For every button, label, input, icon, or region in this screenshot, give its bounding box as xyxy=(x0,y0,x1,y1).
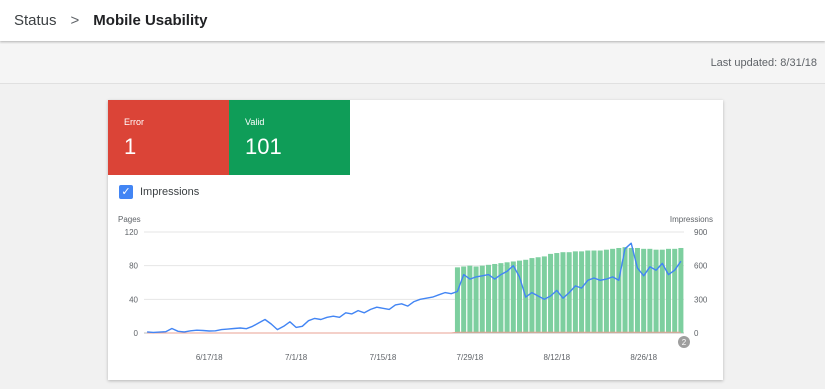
impressions-toggle[interactable]: ✓ Impressions xyxy=(119,185,199,199)
left-axis-tick: 0 xyxy=(134,329,139,338)
annotation-marker-label: 2 xyxy=(682,338,687,347)
error-tile-label: Error xyxy=(124,117,144,127)
left-axis-tick: 120 xyxy=(125,228,139,237)
error-tile[interactable]: Error 1 xyxy=(108,100,229,175)
valid-bar xyxy=(597,250,603,333)
valid-bar xyxy=(585,250,591,333)
valid-bar xyxy=(628,247,634,333)
valid-bar xyxy=(653,249,659,333)
left-axis-tick: 80 xyxy=(129,262,138,271)
valid-bar xyxy=(510,261,516,333)
impressions-checkbox[interactable]: ✓ xyxy=(119,185,133,199)
x-axis-tick: 8/26/18 xyxy=(630,353,657,362)
valid-bar xyxy=(572,251,578,333)
valid-bar xyxy=(678,247,684,333)
valid-bar xyxy=(603,249,609,333)
impressions-label: Impressions xyxy=(140,186,200,198)
right-axis-tick: 0 xyxy=(694,329,699,338)
breadcrumb-status[interactable]: Status xyxy=(14,12,57,29)
top-bar: Status > Mobile Usability xyxy=(0,0,825,41)
valid-bar xyxy=(560,252,566,333)
valid-bar xyxy=(454,267,460,333)
valid-bar xyxy=(647,248,653,333)
valid-bar xyxy=(610,248,616,333)
valid-bar xyxy=(641,248,647,333)
last-updated-text: Last updated: 8/31/18 xyxy=(710,57,817,69)
valid-bar xyxy=(579,251,585,333)
valid-bar xyxy=(665,248,671,333)
valid-tile-label: Valid xyxy=(245,117,265,127)
status-card: Error 1 Valid 101 ✓ Impressions Pages Im… xyxy=(108,100,723,380)
valid-bar xyxy=(672,248,678,333)
valid-bar xyxy=(467,265,473,333)
valid-bar xyxy=(529,258,535,333)
valid-bar xyxy=(541,256,547,333)
valid-bar xyxy=(517,260,523,333)
pages-chart: 120 900 80 600 40 300 0 0 6/17/18 7/1/18 7/15/18 7/… xyxy=(125,228,708,362)
error-tile-value: 1 xyxy=(124,134,137,159)
valid-tile-value: 101 xyxy=(245,134,282,159)
valid-tile[interactable]: Valid 101 xyxy=(229,100,350,175)
left-axis-tick: 40 xyxy=(129,295,138,304)
valid-bar xyxy=(548,253,554,333)
page-title: Mobile Usability xyxy=(93,12,208,29)
last-updated-bar: Last updated: 8/31/18 xyxy=(0,44,825,84)
x-axis-tick: 7/15/18 xyxy=(370,353,397,362)
valid-bar xyxy=(492,263,498,333)
x-axis-tick: 7/1/18 xyxy=(285,353,308,362)
x-axis-tick: 8/12/18 xyxy=(543,353,570,362)
valid-bar xyxy=(659,249,665,333)
right-axis-tick: 300 xyxy=(694,295,708,304)
x-axis-tick: 7/29/18 xyxy=(457,353,484,362)
x-axis-tick: 6/17/18 xyxy=(196,353,223,362)
right-axis-tick: 900 xyxy=(694,228,708,237)
right-axis-tick: 600 xyxy=(694,262,708,271)
valid-bar xyxy=(591,250,597,333)
valid-bar xyxy=(616,247,622,333)
chevron-right-icon: > xyxy=(70,12,80,29)
